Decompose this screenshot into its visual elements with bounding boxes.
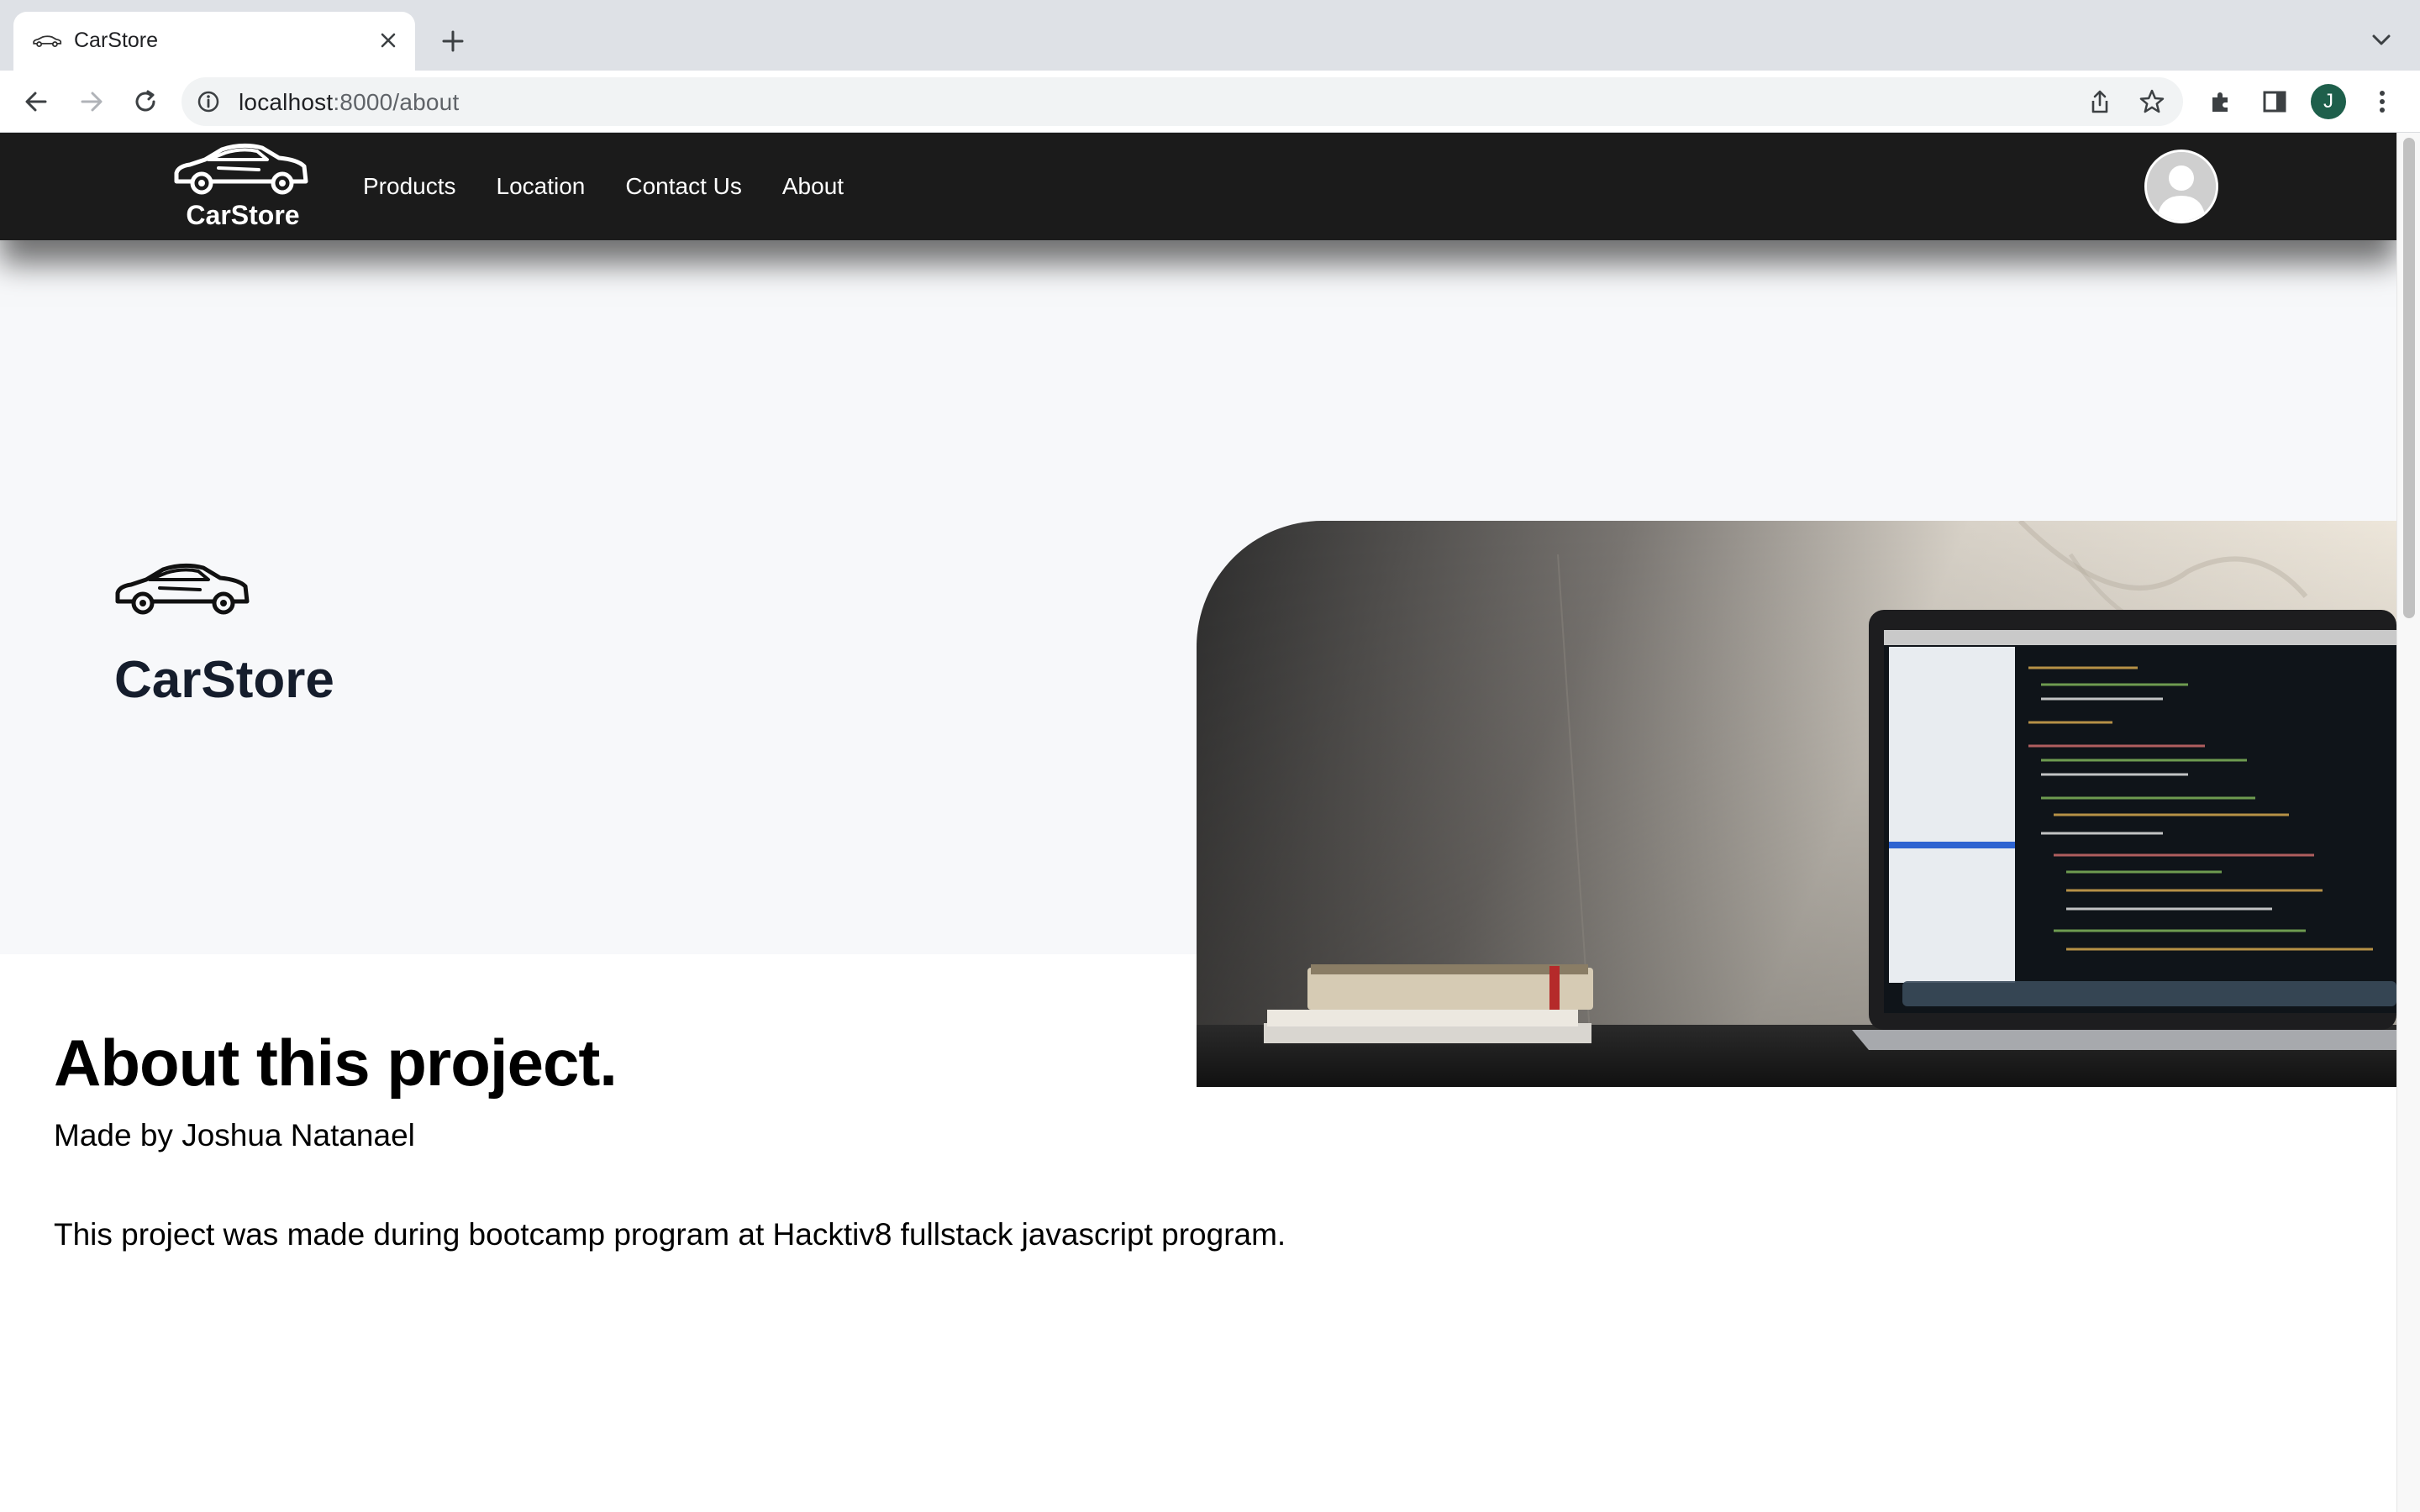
- site-navbar: CarStore Products Location Contact Us Ab…: [0, 133, 2396, 240]
- forward-arrow-icon[interactable]: [71, 81, 113, 123]
- hero-image: [1197, 521, 2396, 1087]
- chevron-down-icon[interactable]: [2366, 25, 2396, 55]
- about-description: This project was made during bootcamp pr…: [54, 1217, 1286, 1252]
- star-icon[interactable]: [2136, 86, 2168, 118]
- hero-title: CarStore: [114, 651, 334, 709]
- about-section: About this project. Made by Joshua Natan…: [54, 1025, 1286, 1252]
- info-icon[interactable]: [197, 90, 220, 113]
- car-icon: [33, 35, 62, 48]
- hero-section: CarStore: [0, 240, 2396, 1087]
- profile-avatar[interactable]: J: [2311, 84, 2346, 119]
- share-icon[interactable]: [2084, 86, 2116, 118]
- nav-link-products[interactable]: Products: [363, 173, 456, 200]
- car-icon: [115, 563, 250, 615]
- nav-link-location[interactable]: Location: [497, 173, 586, 200]
- browser-tab[interactable]: CarStore: [13, 12, 415, 71]
- page-scrollbar[interactable]: [2396, 133, 2420, 1512]
- address-bar[interactable]: localhost:8000/about: [182, 77, 2183, 126]
- url-text[interactable]: localhost:8000/about: [239, 89, 459, 116]
- browser-chrome: CarStore localhost:8000/about J: [0, 0, 2420, 133]
- plus-icon[interactable]: [435, 24, 471, 59]
- nav-link-contact-us[interactable]: Contact Us: [625, 173, 742, 200]
- side-panel-icon[interactable]: [2254, 81, 2296, 123]
- tab-strip: CarStore: [0, 0, 2420, 71]
- brand-name: CarStore: [186, 200, 300, 230]
- about-title: About this project.: [54, 1026, 618, 1100]
- close-icon[interactable]: [371, 24, 405, 57]
- reload-icon[interactable]: [124, 81, 166, 123]
- extensions-icon[interactable]: [2200, 81, 2242, 123]
- back-arrow-icon[interactable]: [15, 81, 57, 123]
- scrollbar-thumb[interactable]: [2403, 138, 2415, 618]
- more-vert-icon[interactable]: [2361, 81, 2403, 123]
- browser-toolbar: localhost:8000/about J: [0, 71, 2420, 133]
- page-viewport: CarStore CarStore Products Location Cont…: [0, 133, 2396, 1512]
- tab-title: CarStore: [74, 29, 159, 52]
- user-avatar-icon[interactable]: [2144, 150, 2218, 223]
- brand-link[interactable]: CarStore: [171, 139, 314, 235]
- about-author: Made by Joshua Natanael: [54, 1118, 415, 1152]
- nav-link-about[interactable]: About: [782, 173, 844, 200]
- car-icon: [174, 143, 308, 195]
- nav-links: Products Location Contact Us About: [363, 133, 884, 240]
